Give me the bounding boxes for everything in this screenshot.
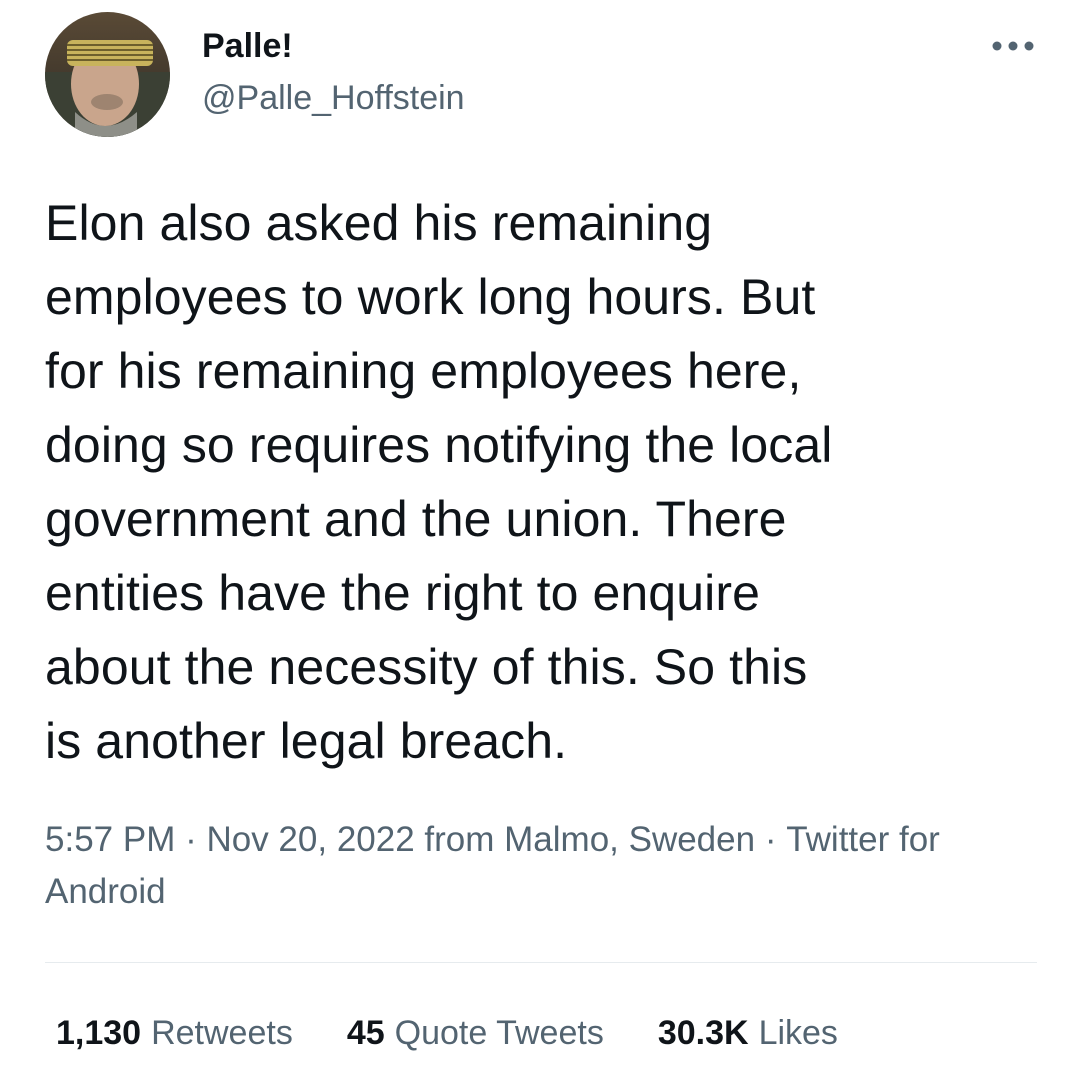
retweet-count: 1,130 [56,1013,142,1052]
avatar-image [45,12,170,137]
quote-count: 45 [346,1013,385,1052]
more-horizontal-icon [992,41,1034,51]
tweet-date[interactable]: Nov 20, 2022 [206,820,414,859]
retweet-label: Retweets [151,1013,293,1052]
avatar[interactable] [45,12,170,137]
tweet-metadata: 5:57 PM · Nov 20, 2022 from Malmo, Swede… [45,814,1035,918]
like-label: Likes [758,1013,838,1052]
divider [45,962,1037,963]
like-count: 30.3K [657,1013,749,1052]
user-handle[interactable]: @Palle_Hoffstein [202,76,465,120]
tweet: Palle! @Palle_Hoffstein Elon also asked … [0,0,1080,1076]
tweet-time[interactable]: 5:57 PM [45,820,175,859]
tweet-location: from Malmo, Sweden [414,820,756,859]
display-name[interactable]: Palle! [202,24,293,68]
engagement-stats: 1,130 Retweets 45 Quote Tweets 30.3K Lik… [56,1008,892,1058]
retweets-stat[interactable]: 1,130 Retweets [56,1014,293,1053]
tweet-text: Elon also asked his remaining employees … [45,195,833,769]
quote-tweets-stat[interactable]: 45 Quote Tweets [347,1014,604,1053]
meta-separator: · [755,820,787,859]
meta-separator: · [175,820,207,859]
more-options-button[interactable] [988,28,1038,64]
likes-stat[interactable]: 30.3K Likes [658,1014,838,1053]
quote-label: Quote Tweets [394,1013,604,1052]
